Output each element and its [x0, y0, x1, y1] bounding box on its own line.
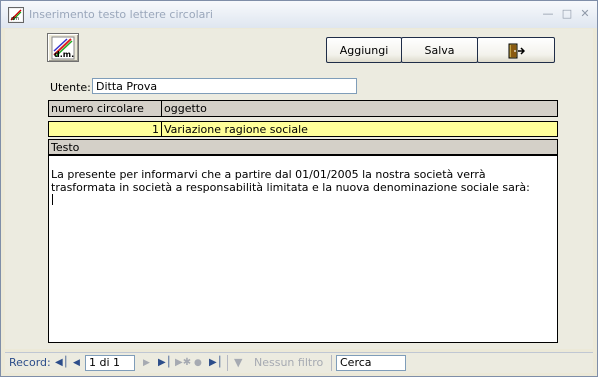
utente-field[interactable]: Ditta Prova	[92, 78, 357, 94]
maximize-icon[interactable]: □	[560, 7, 574, 21]
record-number-field[interactable]: 1 di 1	[85, 355, 135, 371]
utente-label: Utente:	[50, 81, 91, 94]
testo-line-1: La presente per informarvi che a partire…	[51, 168, 486, 181]
logo-text: d.m.	[54, 50, 74, 59]
previous-record-icon[interactable]: ◀	[73, 357, 80, 369]
minimize-icon[interactable]: —	[541, 7, 555, 21]
col-header-numero-circolare: numero circolare	[48, 100, 162, 117]
delete-icon: ●	[194, 358, 202, 368]
filter-icon: ▼	[234, 356, 243, 369]
form-area: d.m. Aggiungi Salva Utente: Ditta Prova …	[5, 29, 593, 349]
record-label: Record:	[9, 356, 51, 369]
testo-line-2: trasformata in società a responsabilità …	[51, 181, 530, 194]
title-bar[interactable]: dm Inserimento testo lettere circolari —…	[1, 1, 597, 28]
text-caret	[52, 194, 53, 205]
search-box[interactable]: Cerca	[336, 355, 406, 371]
next-record-icon[interactable]: ▶	[143, 357, 150, 369]
extra-nav-icon[interactable]: ▶│	[209, 357, 223, 369]
logo-button[interactable]: d.m.	[47, 33, 79, 62]
testo-label: Testo	[48, 139, 558, 155]
record-navigation-bar: Record: ◀│ ◀ 1 di 1 ▶ ▶│ ▶✱ ● ▶│ ▼ Nessu…	[5, 352, 593, 373]
new-record-icon[interactable]: ▶✱	[175, 357, 191, 369]
window-title: Inserimento testo lettere circolari	[29, 8, 213, 21]
svg-text:dm: dm	[11, 16, 19, 22]
filter-label[interactable]: Nessun filtro	[254, 357, 323, 369]
aggiungi-button[interactable]: Aggiungi	[326, 37, 402, 63]
close-icon[interactable]: ✕	[578, 7, 592, 21]
exit-door-icon	[508, 43, 526, 59]
exit-button[interactable]	[477, 37, 555, 63]
main-window: dm Inserimento testo lettere circolari —…	[0, 0, 598, 377]
oggetto-field[interactable]: Variazione ragione sociale	[161, 121, 558, 137]
salva-button[interactable]: Salva	[401, 37, 478, 63]
separator-2	[331, 355, 332, 371]
last-record-icon[interactable]: ▶│	[158, 357, 172, 369]
numero-circolare-field[interactable]: 1	[48, 121, 162, 137]
first-record-icon[interactable]: ◀│	[55, 357, 69, 369]
separator	[227, 355, 228, 371]
col-header-oggetto: oggetto	[161, 100, 558, 117]
app-icon[interactable]: dm	[8, 7, 24, 23]
testo-memo[interactable]: La presente per informarvi che a partire…	[48, 155, 558, 343]
